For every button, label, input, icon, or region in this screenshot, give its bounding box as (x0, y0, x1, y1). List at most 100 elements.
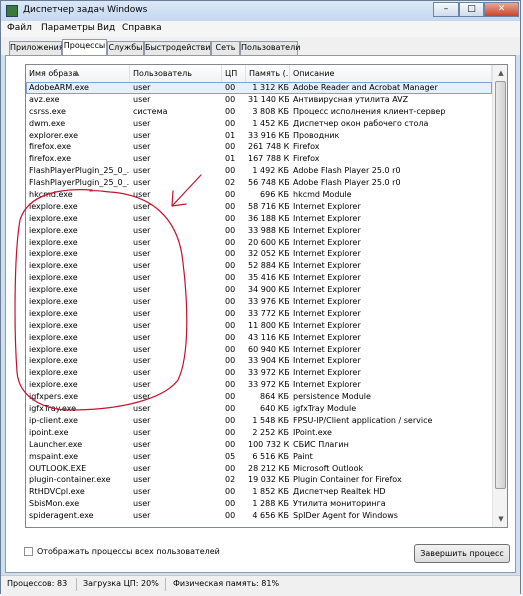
process-row[interactable]: AdobeARM.exe user 00 1 312 КБ Adobe Reader a… (26, 82, 492, 94)
menu-file[interactable]: Файл (7, 23, 32, 33)
process-description: Internet Explorer (293, 249, 361, 259)
process-row[interactable]: ipoint.exe user 00 2 252 КБ IPoint.exe (26, 427, 492, 439)
process-user: user (133, 392, 151, 402)
process-memory: 640 КБ (260, 404, 289, 414)
process-row[interactable]: csrss.exe система 00 3 808 КБ Процесс исполн… (26, 106, 492, 118)
process-user: user (133, 427, 151, 437)
process-user: user (133, 130, 151, 140)
tab-users[interactable]: Пользователи (240, 41, 300, 55)
process-row[interactable]: iexplore.exe user 00 33 976 КБ Internet Expl… (26, 296, 492, 308)
status-divider (76, 578, 77, 591)
vertical-scrollbar[interactable]: ▲ ▼ (492, 65, 507, 527)
tab-applications[interactable]: Приложения (9, 41, 64, 55)
process-row[interactable]: FlashPlayerPlugin_25_0_... user 00 1 492 КБ… (26, 165, 492, 177)
process-name: SbisMon.exe (29, 499, 80, 509)
process-row[interactable]: ip-client.exe user 00 1 548 КБ FPSU-IP/Clien… (26, 415, 492, 427)
process-row[interactable]: iexplore.exe user 00 32 052 КБ Internet Expl… (26, 248, 492, 260)
process-row[interactable]: Launcher.exe user 00 100 732 КБ СБИС Плагин (26, 439, 492, 451)
process-row[interactable]: iexplore.exe user 00 52 884 КБ Internet Expl… (26, 260, 492, 272)
process-memory: 43 116 КБ (248, 332, 289, 342)
process-user: user (133, 154, 151, 164)
process-row[interactable]: iexplore.exe user 00 33 972 КБ Internet Expl… (26, 367, 492, 379)
process-row[interactable]: SbisMon.exe user 00 1 288 КБ Утилита монитор… (26, 498, 492, 510)
close-button[interactable]: ✕ (484, 2, 519, 17)
tab-network[interactable]: Сеть (211, 41, 240, 55)
column-image-name[interactable]: Имя образа ▲ (26, 65, 130, 82)
process-cpu: 00 (225, 320, 236, 330)
process-row[interactable]: dwm.exe user 00 1 452 КБ Диспетчер окон рабо… (26, 118, 492, 130)
sort-ascending-icon: ▲ (74, 69, 80, 77)
process-row[interactable]: explorer.exe user 01 33 916 КБ Проводник (26, 130, 492, 142)
process-description: Диспетчер Realtek HD (293, 487, 386, 497)
process-memory: 1 852 КБ (252, 487, 289, 497)
process-row[interactable]: iexplore.exe user 00 36 188 КБ Internet Expl… (26, 213, 492, 225)
process-row[interactable]: iexplore.exe user 00 43 116 КБ Internet Expl… (26, 332, 492, 344)
process-cpu: 00 (225, 344, 236, 354)
process-name: iexplore.exe (29, 297, 78, 307)
tab-processes[interactable]: Процессы (62, 39, 107, 55)
process-user: user (133, 249, 151, 259)
maximize-button[interactable]: □ (459, 2, 484, 17)
column-user[interactable]: Пользователь (130, 65, 222, 82)
process-row[interactable]: iexplore.exe user 00 33 988 КБ Internet Expl… (26, 225, 492, 237)
process-user: user (133, 320, 151, 330)
process-user: user (133, 356, 151, 366)
process-memory: 6 516 КБ (252, 451, 289, 461)
processes-panel: Имя образа ▲ Пользователь ЦП Память (...… (5, 55, 516, 573)
process-description: Internet Explorer (293, 213, 361, 223)
menu-view[interactable]: Вид (97, 23, 115, 33)
process-memory: 261 748 КБ (248, 142, 289, 152)
process-user: user (133, 237, 151, 247)
end-process-button[interactable]: Завершить процесс (414, 544, 510, 563)
process-row[interactable]: iexplore.exe user 00 20 600 КБ Internet Expl… (26, 237, 492, 249)
process-row[interactable]: avz.exe user 00 31 140 КБ Антивирусная утили… (26, 94, 492, 106)
process-memory: 60 940 КБ (248, 344, 289, 354)
tab-services[interactable]: Службы (107, 41, 144, 55)
process-row[interactable]: iexplore.exe user 00 11 800 КБ Internet Expl… (26, 320, 492, 332)
show-all-users-checkbox[interactable] (24, 547, 33, 556)
process-row[interactable]: iexplore.exe user 00 58 716 КБ Internet Expl… (26, 201, 492, 213)
process-row[interactable]: spideragent.exe user 00 4 656 КБ SpIDer Agen… (26, 510, 492, 522)
process-description: Internet Explorer (293, 225, 361, 235)
process-row[interactable]: firefox.exe user 00 261 748 КБ Firefox (26, 141, 492, 153)
scroll-down-icon[interactable]: ▼ (494, 512, 507, 526)
process-memory: 2 252 КБ (252, 427, 289, 437)
process-row[interactable]: iexplore.exe user 00 34 900 КБ Internet Expl… (26, 284, 492, 296)
process-cpu: 00 (225, 118, 236, 128)
process-description: Internet Explorer (293, 308, 361, 318)
process-description: Microsoft Outlook (293, 463, 364, 473)
process-row[interactable]: iexplore.exe user 00 35 416 КБ Internet Expl… (26, 272, 492, 284)
process-row[interactable]: iexplore.exe user 00 33 772 КБ Internet Expl… (26, 308, 492, 320)
column-description[interactable]: Описание (290, 65, 492, 82)
process-row[interactable]: plugin-container.exe user 02 19 032 КБ Plugi… (26, 474, 492, 486)
scrollbar-thumb[interactable] (495, 81, 506, 489)
process-row[interactable]: iexplore.exe user 00 60 940 КБ Internet Expl… (26, 344, 492, 356)
process-row[interactable]: igfxpers.exe user 00 864 КБ persistence Modu… (26, 391, 492, 403)
minimize-button[interactable]: – (433, 2, 459, 17)
process-name: iexplore.exe (29, 285, 78, 295)
menu-options[interactable]: Параметры (41, 23, 95, 33)
process-name: iexplore.exe (29, 320, 78, 330)
scroll-up-icon[interactable]: ▲ (494, 66, 507, 80)
process-list[interactable]: Имя образа ▲ Пользователь ЦП Память (...… (25, 64, 508, 528)
process-row[interactable]: FlashPlayerPlugin_25_0_... user 02 56 748 К… (26, 177, 492, 189)
column-memory[interactable]: Память (... (246, 65, 290, 82)
process-user: user (133, 190, 151, 200)
process-row[interactable]: mspaint.exe user 05 6 516 КБ Paint (26, 451, 492, 463)
process-cpu: 00 (225, 285, 236, 295)
process-row[interactable]: iexplore.exe user 00 33 972 КБ Internet Expl… (26, 379, 492, 391)
process-row[interactable]: igfxTray.exe user 00 640 КБ igfxTray Module (26, 403, 492, 415)
window-title: Диспетчер задач Windows (23, 5, 148, 15)
process-row[interactable]: RtHDVCpl.exe user 00 1 852 КБ Диспетчер Real… (26, 486, 492, 498)
process-cpu: 00 (225, 213, 236, 223)
tab-performance[interactable]: Быстродействие (144, 41, 215, 55)
process-row[interactable]: iexplore.exe user 00 33 904 КБ Internet Expl… (26, 355, 492, 367)
process-row[interactable]: OUTLOOK.EXE user 00 28 212 КБ Microsoft Outl… (26, 463, 492, 475)
process-name: iexplore.exe (29, 201, 78, 211)
process-row[interactable]: firefox.exe user 01 167 788 КБ Firefox (26, 153, 492, 165)
column-cpu[interactable]: ЦП (222, 65, 246, 82)
process-row[interactable]: hkcmd.exe user 00 696 КБ hkcmd Module (26, 189, 492, 201)
process-memory: 1 548 КБ (252, 415, 289, 425)
menu-help[interactable]: Справка (122, 23, 162, 33)
process-name: spideragent.exe (29, 511, 94, 521)
